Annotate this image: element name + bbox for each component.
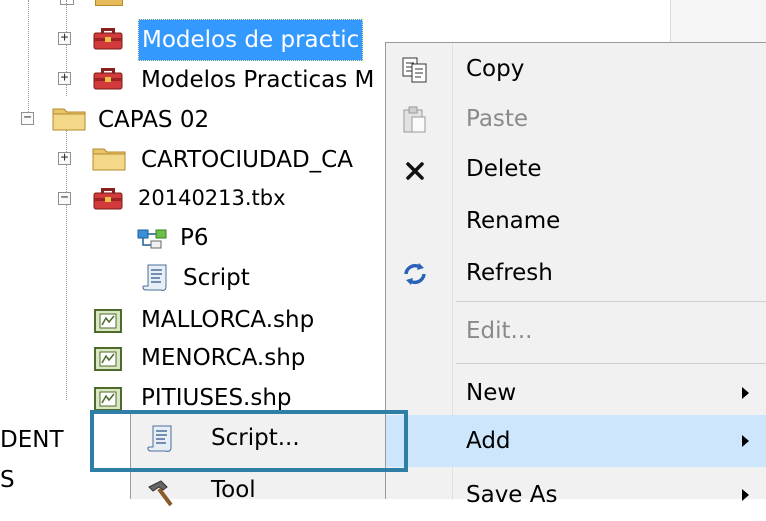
tree-item-modelos-practic[interactable]: Modelos de practic [138,19,364,61]
delete-icon [406,162,424,180]
cut-off-tree-item [140,0,380,2]
context-menu: Copy Paste Delete Rename Refresh Edit... [385,42,766,508]
hammer-icon [148,480,173,507]
cut-off-tree-label: S [0,467,15,493]
shapefile-icon [94,387,122,411]
folder-icon [52,108,86,131]
refresh-icon [404,263,426,285]
menu-item-label: Save As [466,482,558,508]
folder-icon [95,0,123,6]
callout-highlight [90,410,408,472]
model-icon [137,229,167,249]
toolbox-icon [93,188,123,210]
submenu-item-tool[interactable]: Tool [131,465,385,515]
menu-item-label: Rename [466,208,561,234]
folder-icon [92,148,126,171]
tree-item-label: 20140213.tbx [138,186,286,210]
expand-icon[interactable]: + [58,31,71,45]
tree-item-label: CARTOCIUDAD_CA [141,147,353,173]
menu-item-new[interactable]: New [386,367,766,419]
copy-icon [402,57,427,83]
tree-item-cartociudad[interactable]: CARTOCIUDAD_CA [141,140,353,180]
menu-separator [456,363,766,364]
menu-item-rename[interactable]: Rename [386,195,766,247]
menu-item-edit[interactable]: Edit... [386,305,766,357]
menu-separator [456,301,766,302]
tree-item-modelos-practicas[interactable]: Modelos Practicas M [141,60,374,100]
toolbox-icon [93,68,123,90]
menu-item-label: Paste [466,106,529,132]
tree-connector [66,130,67,400]
tree-item-label: Script [183,265,250,291]
expander-icon[interactable] [60,0,74,5]
menu-item-label: Copy [466,56,525,82]
expand-icon[interactable]: + [58,71,71,85]
tree-item-label: CAPAS 02 [98,107,210,133]
menu-item-label: Edit... [466,318,533,344]
menu-item-refresh[interactable]: Refresh [386,247,766,299]
tree-item-20140213-tbx[interactable]: 20140213.tbx [138,178,286,218]
menu-item-save-as[interactable]: Save As [386,469,766,521]
submenu-arrow-icon [742,435,749,447]
submenu-arrow-icon [742,489,749,501]
tree-item-script[interactable]: Script [183,258,250,298]
script-icon [142,264,167,291]
tree-item-mallorca[interactable]: MALLORCA.shp [141,300,314,340]
shapefile-icon [94,347,122,371]
collapse-icon[interactable]: − [58,191,71,205]
menu-item-label: Delete [466,156,542,182]
tree-item-label: MENORCA.shp [141,345,306,371]
expand-icon[interactable]: + [58,151,71,165]
menu-item-delete[interactable]: Delete [386,143,766,195]
tree-connector [28,0,29,118]
menu-item-label: Refresh [466,260,553,286]
tree-item-menorca[interactable]: MENORCA.shp [141,338,305,378]
submenu-arrow-icon [742,387,749,399]
collapse-icon[interactable]: − [21,111,34,125]
paste-icon [403,106,426,133]
tree-item-p6[interactable]: P6 [180,218,209,258]
tree-item-label: P6 [180,225,209,251]
cut-off-tree-label: DENT [0,427,64,453]
menu-item-add[interactable]: Add [386,415,766,467]
menu-item-label: New [466,380,517,406]
menu-item-copy[interactable]: Copy [386,43,766,95]
toolbox-icon [93,28,123,50]
menu-item-label: Add [466,428,511,454]
tree-item-label: MALLORCA.shp [141,307,315,333]
menu-item-paste[interactable]: Paste [386,93,766,145]
content-pane [670,0,766,42]
tree-item-capas-02[interactable]: CAPAS 02 [98,100,209,140]
tree-item-label: Modelos de practic [138,19,364,61]
shapefile-icon [94,309,122,333]
tree-item-label: Modelos Practicas M [141,67,375,93]
submenu-item-label: Tool [211,477,256,503]
